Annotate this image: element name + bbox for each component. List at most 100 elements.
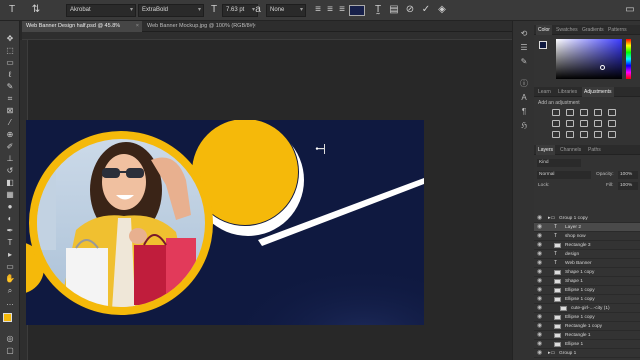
tab-layers[interactable]: Layers bbox=[536, 145, 556, 155]
visibility-eye-icon[interactable]: ◉ bbox=[537, 259, 542, 268]
levels-icon[interactable] bbox=[566, 109, 574, 116]
banner-document[interactable] bbox=[26, 120, 424, 325]
tab-color[interactable]: Color bbox=[536, 25, 552, 35]
cancel-icon[interactable]: ⊘ bbox=[404, 4, 416, 16]
visibility-eye-icon[interactable]: ◉ bbox=[537, 268, 542, 277]
character-panel-icon[interactable]: ▤ bbox=[388, 4, 400, 16]
artboard-tool-icon[interactable]: ⬚ bbox=[4, 45, 16, 56]
path-selection-tool-icon[interactable]: ▸ bbox=[4, 249, 16, 260]
info-panel-icon[interactable]: ⓘ bbox=[519, 79, 529, 89]
foreground-color-swatch[interactable] bbox=[3, 313, 12, 322]
layer-row[interactable]: ◉ Ellipse 1 bbox=[534, 340, 640, 349]
fill-field[interactable]: 100% bbox=[618, 182, 638, 190]
layer-row[interactable]: ◉ Ellipse 1 copy bbox=[534, 286, 640, 295]
visibility-eye-icon[interactable]: ◉ bbox=[537, 232, 542, 241]
character-panel-strip-icon[interactable]: A bbox=[519, 93, 529, 103]
color-picker-handle[interactable] bbox=[600, 65, 605, 70]
history-brush-tool-icon[interactable]: ↺ bbox=[4, 165, 16, 176]
hue-slider[interactable] bbox=[626, 39, 631, 79]
layer-filter-select[interactable]: Kind bbox=[537, 159, 581, 167]
crop-tool-icon[interactable]: ⌗ bbox=[4, 93, 16, 104]
exposure-icon[interactable] bbox=[594, 109, 602, 116]
marquee-tool-icon[interactable]: ▭ bbox=[4, 57, 16, 68]
layer-row[interactable]: ◉ Tdesign bbox=[534, 250, 640, 259]
quick-select-tool-icon[interactable]: ✎ bbox=[4, 81, 16, 92]
screen-mode-icon[interactable]: ▢ bbox=[4, 345, 16, 356]
visibility-eye-icon[interactable]: ◉ bbox=[537, 241, 542, 250]
curves-icon[interactable] bbox=[580, 109, 588, 116]
layer-row[interactable]: ◉ Tshop now bbox=[534, 232, 640, 241]
visibility-eye-icon[interactable]: ◉ bbox=[537, 277, 542, 286]
pen-tool-icon[interactable]: ✒ bbox=[4, 225, 16, 236]
photo-filter-icon[interactable] bbox=[594, 120, 602, 127]
close-icon[interactable]: × bbox=[253, 21, 256, 32]
layer-row[interactable]: ◉ Shape 1 copy bbox=[534, 268, 640, 277]
toggle-text-orientation-icon[interactable]: ⇅ bbox=[30, 4, 42, 16]
3d-icon[interactable]: ◈ bbox=[436, 4, 448, 16]
zoom-tool-icon[interactable]: ⌕ bbox=[4, 285, 16, 296]
layer-row[interactable]: ◉ Ellipse 1 copy bbox=[534, 313, 640, 322]
commit-checkmark-icon[interactable]: ✓ bbox=[420, 4, 432, 16]
visibility-eye-icon[interactable]: ◉ bbox=[537, 286, 542, 295]
text-color-swatch[interactable] bbox=[349, 5, 365, 16]
lasso-tool-icon[interactable]: ℓ bbox=[4, 69, 16, 80]
layer-row[interactable]: ◉ T Web Banner bbox=[534, 259, 640, 268]
tab-learn[interactable]: Learn bbox=[536, 87, 553, 97]
eraser-tool-icon[interactable]: ◧ bbox=[4, 177, 16, 188]
type-tool-icon[interactable]: T bbox=[6, 4, 18, 16]
hue-saturation-icon[interactable] bbox=[552, 120, 560, 127]
layer-row[interactable]: ◉ Rectangle 1 copy bbox=[534, 322, 640, 331]
gradient-map-icon[interactable] bbox=[608, 131, 616, 138]
black-white-icon[interactable] bbox=[580, 120, 588, 127]
visibility-eye-icon[interactable]: ◉ bbox=[537, 304, 542, 313]
tab-adjustments[interactable]: Adjustments bbox=[582, 87, 614, 97]
layer-row[interactable]: ◉ Ellipse 1 copy bbox=[534, 295, 640, 304]
color-lookup-icon[interactable] bbox=[552, 131, 560, 138]
visibility-eye-icon[interactable]: ◉ bbox=[537, 223, 542, 232]
visibility-eye-icon[interactable]: ◉ bbox=[537, 313, 542, 322]
tab-libraries[interactable]: Libraries bbox=[556, 87, 579, 97]
vibrance-icon[interactable] bbox=[608, 109, 616, 116]
tab-paths[interactable]: Paths bbox=[586, 145, 603, 155]
layer-row[interactable]: ◉ Rectangle 1 bbox=[534, 331, 640, 340]
antialias-select[interactable]: None bbox=[266, 4, 306, 17]
font-family-select[interactable]: Akrobat bbox=[66, 4, 136, 17]
paragraph-panel-icon[interactable]: ¶ bbox=[519, 107, 529, 117]
layer-row[interactable]: ◉ T Layer 2 bbox=[534, 223, 640, 232]
layer-row[interactable]: ◉ Rectangle 3 bbox=[534, 241, 640, 250]
brush-tool-icon[interactable]: ✐ bbox=[4, 141, 16, 152]
color-balance-icon[interactable] bbox=[566, 120, 574, 127]
eyedropper-tool-icon[interactable]: ⁄ bbox=[4, 117, 16, 128]
visibility-eye-icon[interactable]: ◉ bbox=[537, 331, 542, 340]
folder-icon[interactable]: ▸▭ bbox=[548, 214, 555, 223]
tab-patterns[interactable]: Patterns bbox=[606, 25, 629, 35]
tab-channels[interactable]: Channels bbox=[558, 145, 583, 155]
opacity-field[interactable]: 100% bbox=[618, 171, 638, 179]
tab-web-banner-mockup[interactable]: Web Banner Mockup.jpg @ 100% (RGB/8#) × bbox=[143, 21, 259, 32]
more-tools-icon[interactable]: … bbox=[4, 297, 16, 308]
threshold-icon[interactable] bbox=[594, 131, 602, 138]
tab-web-banner-design[interactable]: Web Banner Design half.psd @ 45.8% (RGB/… bbox=[22, 21, 142, 40]
blend-mode-select[interactable]: Normal bbox=[537, 171, 591, 179]
properties-panel-icon[interactable]: ☰ bbox=[519, 43, 529, 53]
layer-row[interactable]: ◉ ▸▭ Group 1 copy bbox=[534, 214, 640, 223]
type-tool-icon-side[interactable]: T bbox=[4, 237, 16, 248]
brightness-icon[interactable] bbox=[552, 109, 560, 116]
quick-mask-icon[interactable]: ◎ bbox=[4, 333, 16, 344]
visibility-eye-icon[interactable]: ◉ bbox=[537, 349, 542, 358]
workspace-icon[interactable]: ▭ bbox=[624, 4, 636, 16]
warp-text-icon[interactable]: T̰ bbox=[372, 4, 384, 16]
rectangle-tool-icon[interactable]: ▭ bbox=[4, 261, 16, 272]
layer-row[interactable]: ◉ Shape 1 bbox=[534, 277, 640, 286]
visibility-eye-icon[interactable]: ◉ bbox=[537, 214, 542, 223]
brush-panel-icon[interactable]: ✎ bbox=[519, 57, 529, 67]
color-foreground-swatch[interactable] bbox=[539, 41, 547, 49]
move-tool-icon[interactable]: ✥ bbox=[4, 33, 16, 44]
color-picker-field[interactable] bbox=[556, 39, 622, 79]
glyphs-panel-icon[interactable]: ℌ bbox=[519, 121, 529, 131]
visibility-eye-icon[interactable]: ◉ bbox=[537, 322, 542, 331]
healing-brush-tool-icon[interactable]: ⊕ bbox=[4, 129, 16, 140]
history-panel-icon[interactable]: ⟲ bbox=[519, 29, 529, 39]
layer-row[interactable]: ◉ ▸▭ Group 1 bbox=[534, 349, 640, 358]
invert-icon[interactable] bbox=[566, 131, 574, 138]
